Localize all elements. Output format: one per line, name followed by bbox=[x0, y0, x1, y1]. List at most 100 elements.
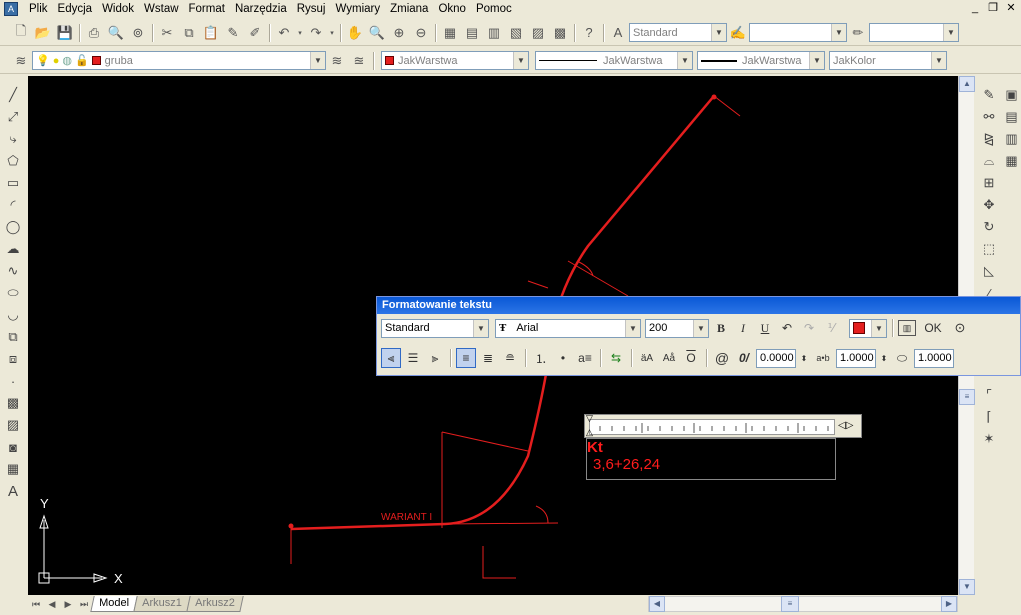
design-center-icon[interactable]: ▤ bbox=[461, 22, 483, 44]
explode-icon[interactable]: ✶ bbox=[979, 428, 999, 450]
italic-button[interactable]: I bbox=[733, 318, 753, 338]
gradient-icon[interactable]: ▨ bbox=[3, 414, 23, 436]
bring-front-icon[interactable]: ▣ bbox=[1002, 84, 1021, 106]
font-select[interactable]: Ŧ Arial ▼ bbox=[495, 318, 641, 338]
menu-pomoc[interactable]: Pomoc bbox=[471, 0, 517, 18]
menu-rysuj[interactable]: Rysuj bbox=[292, 0, 331, 18]
new-file-icon[interactable]: 🗋 bbox=[10, 22, 32, 44]
polygon-icon[interactable]: ⬠ bbox=[3, 150, 23, 172]
cut-icon[interactable]: ✂ bbox=[156, 22, 178, 44]
width-factor-input[interactable]: 1.0000 bbox=[914, 348, 954, 368]
plotstyle-select[interactable]: JakKolor ▼ bbox=[829, 51, 947, 70]
text-height-select[interactable]: 200 ▼ bbox=[645, 318, 709, 338]
mirror-icon[interactable]: ⧎ bbox=[979, 128, 999, 150]
print-icon[interactable]: ⎙ bbox=[83, 22, 105, 44]
construction-line-icon[interactable]: ⤢ bbox=[3, 106, 23, 128]
layer-select[interactable]: 💡 ● ◍ 🔓 gruba ▼ bbox=[32, 51, 326, 70]
align-justify-icon[interactable]: ☰ bbox=[403, 348, 423, 368]
last-tab-icon[interactable]: ⏭ bbox=[76, 596, 92, 612]
next-tab-icon[interactable]: ▶ bbox=[60, 596, 76, 612]
move-icon[interactable]: ✥ bbox=[979, 194, 999, 216]
markup-icon[interactable]: ▨ bbox=[527, 22, 549, 44]
tab-model[interactable]: Model bbox=[90, 596, 138, 612]
spline-icon[interactable]: ∿ bbox=[3, 260, 23, 282]
menu-wstaw[interactable]: Wstaw bbox=[139, 0, 184, 18]
scale-icon[interactable]: ⬚ bbox=[979, 238, 999, 260]
align-left-icon[interactable]: ⫷ bbox=[381, 348, 401, 368]
layer-manager-icon[interactable]: ≋ bbox=[10, 50, 32, 72]
zoom-previous-icon[interactable]: ⊖ bbox=[410, 22, 432, 44]
menu-widok[interactable]: Widok bbox=[97, 0, 139, 18]
middle-align-icon[interactable]: ≣ bbox=[478, 348, 498, 368]
style-select[interactable]: Standard ▼ bbox=[381, 318, 489, 338]
dim-style-icon[interactable]: ✍ bbox=[727, 22, 749, 44]
layer-previous-icon[interactable]: ≊ bbox=[348, 50, 370, 72]
make-block-icon[interactable]: ⧈ bbox=[3, 348, 23, 370]
print-preview-icon[interactable]: 🔍 bbox=[105, 22, 127, 44]
overline-icon[interactable]: O bbox=[681, 348, 701, 368]
app-icon[interactable]: A bbox=[4, 2, 18, 16]
undo-icon[interactable]: ↶ bbox=[273, 22, 295, 44]
copy-icon[interactable]: ⧉ bbox=[178, 22, 200, 44]
minimize-button[interactable]: _ bbox=[967, 1, 983, 15]
lettered-list-icon[interactable]: a≡ bbox=[575, 348, 595, 368]
send-under-icon[interactable]: ▦ bbox=[1002, 150, 1021, 172]
tracking-spinner[interactable]: ⬍ bbox=[878, 348, 890, 368]
menu-edycja[interactable]: Edycja bbox=[53, 0, 98, 18]
send-back-icon[interactable]: ▤ bbox=[1002, 106, 1021, 128]
offset-icon[interactable]: ⌓ bbox=[979, 150, 999, 172]
hatch-icon[interactable]: ▩ bbox=[3, 392, 23, 414]
block-editor-icon[interactable]: ✐ bbox=[244, 22, 266, 44]
help-icon[interactable]: ? bbox=[578, 22, 600, 44]
publish-icon[interactable]: ⊚ bbox=[127, 22, 149, 44]
menu-okno[interactable]: Okno bbox=[433, 0, 471, 18]
text-line-2[interactable]: 3,6+26,24 bbox=[587, 456, 835, 473]
text-edit-area[interactable]: Kt 3,6+26,24 bbox=[586, 438, 836, 480]
undo-icon[interactable]: ↶ bbox=[777, 318, 797, 338]
bring-above-icon[interactable]: ▥ bbox=[1002, 128, 1021, 150]
region-icon[interactable]: ◙ bbox=[3, 436, 23, 458]
lineweight-select[interactable]: JakWarstwa ▼ bbox=[697, 51, 825, 70]
menu-narzedzia[interactable]: Narzędzia bbox=[230, 0, 292, 18]
horizontal-scrollbar[interactable]: ◀ ≡ ▶ bbox=[648, 596, 958, 612]
arc-icon[interactable]: ◜ bbox=[3, 194, 23, 216]
menu-wymiary[interactable]: Wymiary bbox=[330, 0, 385, 18]
symbol-icon[interactable]: @ bbox=[712, 348, 732, 368]
paste-icon[interactable]: 📋 bbox=[200, 22, 222, 44]
copy-object-icon[interactable]: ⚯ bbox=[979, 106, 999, 128]
rotate-icon[interactable]: ↻ bbox=[979, 216, 999, 238]
prev-tab-icon[interactable]: ◀ bbox=[44, 596, 60, 612]
stack-icon[interactable]: ⅟ bbox=[821, 318, 841, 338]
redo-icon[interactable]: ↷ bbox=[799, 318, 819, 338]
revision-cloud-icon[interactable]: ☁ bbox=[3, 238, 23, 260]
calculator-icon[interactable]: ▩ bbox=[549, 22, 571, 44]
oblique-spinner[interactable]: ⬍ bbox=[798, 348, 810, 368]
restore-button[interactable]: ❐ bbox=[985, 1, 1001, 15]
save-icon[interactable]: 💾 bbox=[54, 22, 76, 44]
text-line-1[interactable]: Kt bbox=[587, 439, 835, 456]
point-icon[interactable]: · bbox=[3, 370, 23, 392]
hscroll-thumb[interactable]: ≡ bbox=[781, 596, 799, 612]
text-style-select[interactable]: Standard ▼ bbox=[629, 23, 727, 42]
color-select[interactable]: JakWarstwa ▼ bbox=[381, 51, 529, 70]
lowercase-icon[interactable]: Aå bbox=[659, 348, 679, 368]
tool-palettes-icon[interactable]: ▥ bbox=[483, 22, 505, 44]
match-properties-icon[interactable]: ✎ bbox=[222, 22, 244, 44]
insert-field-icon[interactable]: ⇆ bbox=[606, 348, 626, 368]
indent-marker-icon[interactable]: ▽ bbox=[586, 413, 593, 424]
menu-zmiana[interactable]: Zmiana bbox=[385, 0, 433, 18]
table-icon[interactable]: ▦ bbox=[3, 458, 23, 480]
first-tab-icon[interactable]: ⏮ bbox=[28, 596, 44, 612]
redo-icon[interactable]: ↷ bbox=[305, 22, 327, 44]
insert-block-icon[interactable]: ⧉ bbox=[3, 326, 23, 348]
tracking-input[interactable]: 1.0000 bbox=[836, 348, 876, 368]
top-align-icon[interactable]: ≡ bbox=[456, 348, 476, 368]
scroll-down-button[interactable]: ▼ bbox=[959, 579, 975, 595]
ruler-toggle-icon[interactable]: ▥ bbox=[898, 320, 916, 336]
multiline-text-icon[interactable]: A bbox=[3, 480, 23, 502]
polyline-icon[interactable]: ⤷ bbox=[3, 128, 23, 150]
ellipse-arc-icon[interactable]: ◡ bbox=[3, 304, 23, 326]
make-current-layer-icon[interactable]: ≋ bbox=[326, 50, 348, 72]
menu-format[interactable]: Format bbox=[184, 0, 230, 18]
underline-button[interactable]: U bbox=[755, 318, 775, 338]
